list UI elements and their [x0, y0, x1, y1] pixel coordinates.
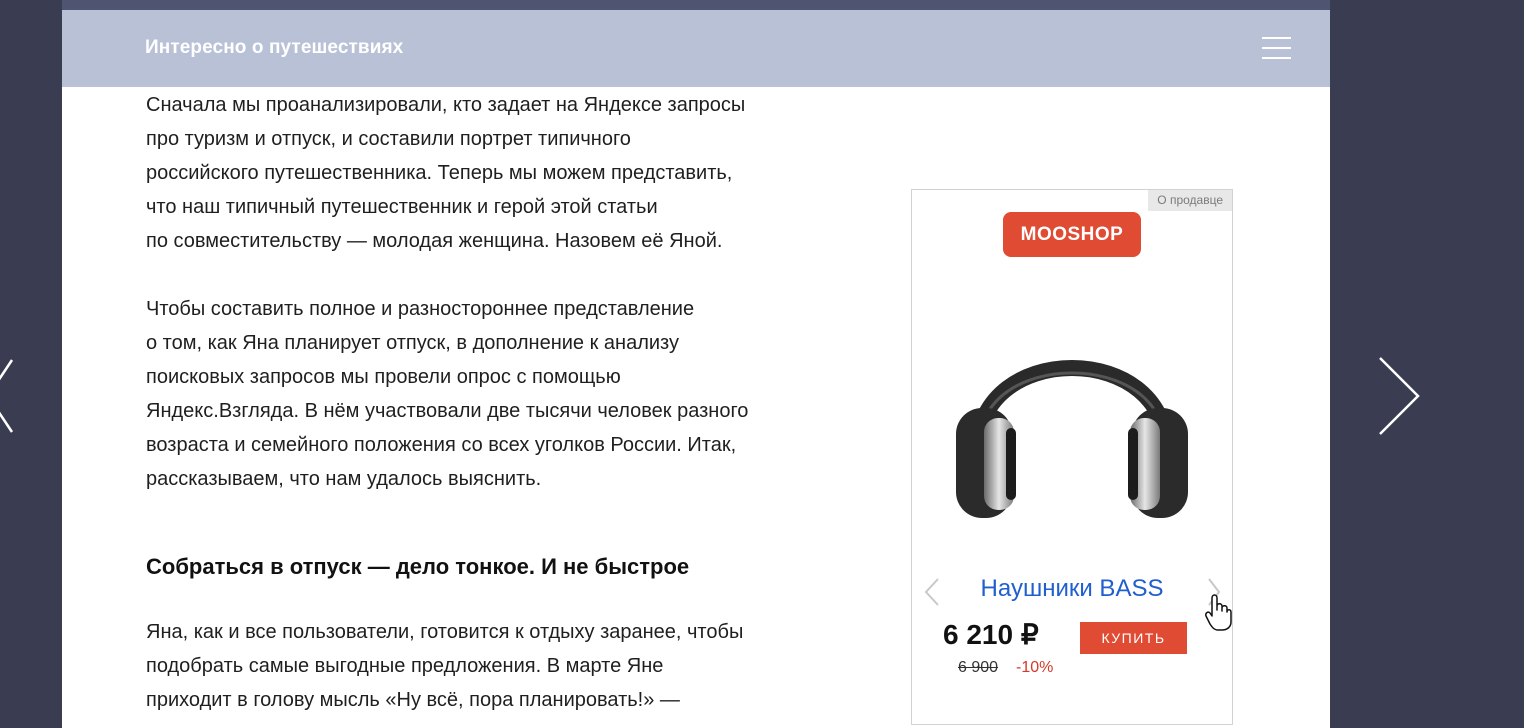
product-name-link[interactable]: Наушники BASS: [912, 575, 1232, 603]
product-price: 6 210 ₽: [943, 619, 1039, 650]
article-paragraph: Сначала мы проанализировали, кто задает …: [146, 94, 746, 252]
article-paragraph: Яна, как и все пользователи, готовится к…: [146, 621, 744, 711]
prev-slide-chevron-icon[interactable]: [0, 356, 16, 436]
product-ad-card: О продавце MOOSHOP Наушники BASS 6 210 ₽…: [911, 189, 1233, 725]
site-title[interactable]: Интересно о путешествиях: [145, 37, 403, 59]
headphones-icon[interactable]: [950, 298, 1194, 538]
discount-badge: -10%: [1016, 659, 1054, 676]
article-page: Интересно о путешествиях Сначала мы проа…: [62, 10, 1330, 728]
site-header: Интересно о путешествиях: [62, 10, 1330, 87]
hand-cursor-icon: [1205, 594, 1232, 631]
hamburger-menu-icon[interactable]: [1262, 37, 1292, 59]
window-top-bar: [62, 0, 1330, 10]
old-price: 6 900: [958, 659, 999, 676]
shop-logo[interactable]: MOOSHOP: [1003, 212, 1141, 257]
buy-button[interactable]: КУПИТЬ: [1080, 622, 1187, 654]
about-seller-link[interactable]: О продавце: [1148, 190, 1232, 211]
section-heading: Собраться в отпуск — дело тонкое. И не б…: [146, 554, 690, 579]
article-paragraph: Чтобы составить полное и разностороннее …: [146, 298, 749, 490]
next-slide-chevron-icon[interactable]: [1376, 356, 1422, 436]
